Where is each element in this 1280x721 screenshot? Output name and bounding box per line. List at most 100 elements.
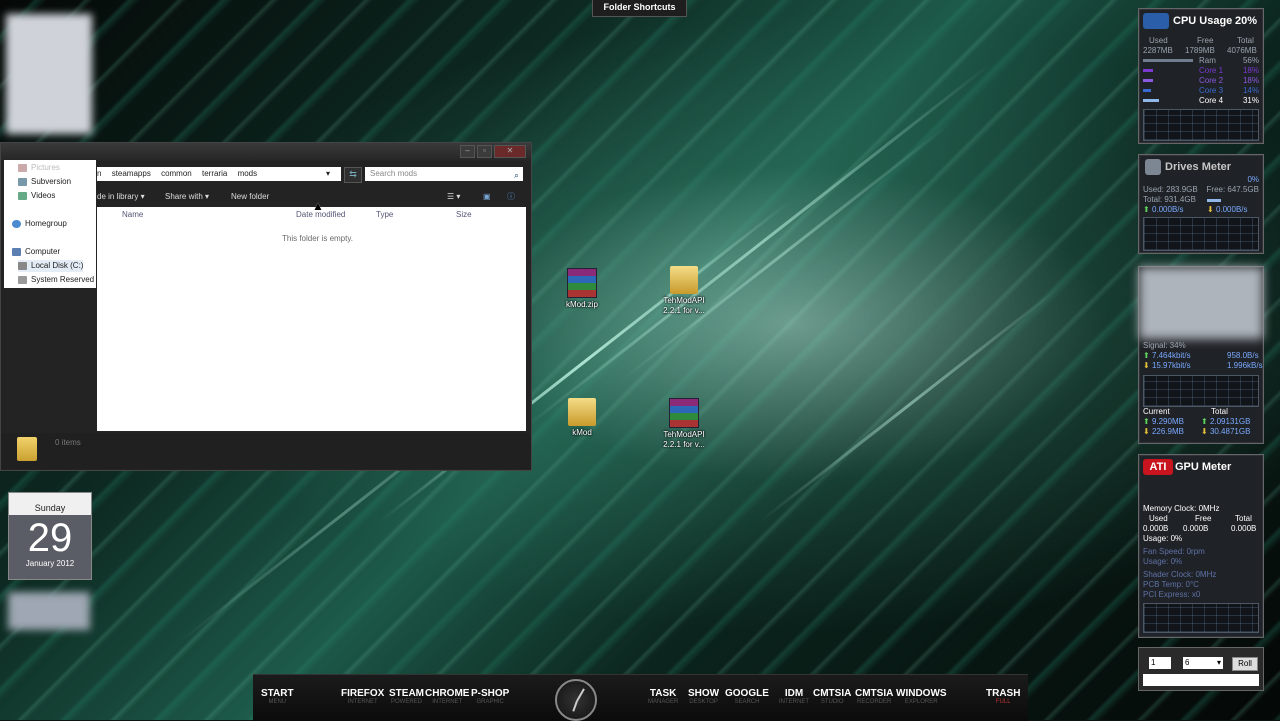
nav-item-local-disk[interactable]: Local Disk (C:) xyxy=(18,260,84,272)
search-placeholder: Search mods xyxy=(370,169,418,178)
desktop-icon-kmod-folder[interactable]: kMod xyxy=(552,398,612,438)
gpu-fan-speed: Fan Speed: 0rpm xyxy=(1143,547,1205,556)
folder-icon xyxy=(568,398,596,426)
gpu-fan-usage: Usage: 0% xyxy=(1143,557,1183,566)
gpu-meter-gadget[interactable]: ATI GPU Meter Memory Clock: 0MHz Used Fr… xyxy=(1138,454,1264,638)
dock-show-desktop[interactable]: SHOW DESKTOP xyxy=(688,688,719,705)
cpu-percent: 20% xyxy=(1235,15,1258,27)
folder-shortcuts-tab[interactable]: Folder Shortcuts xyxy=(592,0,687,17)
dock-bar: START MENU FIREFOX INTERNET STEAM POWERED C… xyxy=(253,674,1028,721)
dock-firefox[interactable]: FIREFOX INTERNET xyxy=(341,688,384,705)
dice-sides-value: 6 xyxy=(1185,658,1190,667)
view-options-icon[interactable]: ☰ ▾ xyxy=(447,188,460,206)
network-total-label: Total xyxy=(1211,407,1228,416)
core4-bar xyxy=(1143,99,1159,103)
gpu-history-graph xyxy=(1143,603,1259,633)
ram-label: Ram xyxy=(1199,56,1216,65)
dock-idm[interactable]: IDM INTERNET xyxy=(779,688,809,705)
breadcrumb-terraria[interactable]: terraria xyxy=(202,169,227,178)
dice-roller-gadget: 1 6 ▾ Roll xyxy=(1138,647,1264,691)
window-titlebar[interactable]: – ▫ ✕ xyxy=(1,143,531,161)
nav-item-computer[interactable]: Computer xyxy=(12,246,60,258)
details-pane: 0 items xyxy=(1,433,531,469)
blurred-header xyxy=(1139,267,1263,339)
nav-item-pictures[interactable]: Pictures xyxy=(18,162,60,174)
dock-google[interactable]: GOOGLE SEARCH xyxy=(725,688,769,705)
core3-bar xyxy=(1143,89,1151,93)
dock-label: FIREFOX xyxy=(341,688,385,699)
core4-percent: 31% xyxy=(1242,96,1259,105)
dock-label: CMTSIA xyxy=(813,688,852,699)
breadcrumb-common[interactable]: common xyxy=(161,169,192,178)
dock-photoshop[interactable]: P-SHOP GRAPHIC xyxy=(471,688,509,705)
computer-icon xyxy=(12,247,21,256)
network-history-graph xyxy=(1143,375,1259,407)
subversion-icon xyxy=(18,177,27,186)
roll-button[interactable]: Roll xyxy=(1232,657,1258,671)
dock-camtasia-recorder[interactable]: CMTSIA RECORDER xyxy=(855,688,893,705)
drives-write-rate: 0.000B/s xyxy=(1215,205,1248,214)
new-folder-button[interactable]: New folder xyxy=(231,188,269,206)
breadcrumb-mods[interactable]: mods xyxy=(238,169,258,178)
minimize-button[interactable]: – xyxy=(460,145,475,158)
nav-item-system-reserved[interactable]: System Reserved xyxy=(18,274,94,286)
nav-item-subversion[interactable]: Subversion xyxy=(18,176,71,188)
drives-meter-gadget[interactable]: Drives Meter 0% Used: 283.9GB Free: 647.5… xyxy=(1138,154,1264,254)
desktop-icon-kmod-zip[interactable]: kMod.zip xyxy=(552,268,612,310)
maximize-button[interactable]: ▫ xyxy=(477,145,492,158)
nav-item-videos[interactable]: Videos xyxy=(18,190,55,202)
help-icon[interactable]: ⓘ xyxy=(507,188,515,206)
cpu-header-free: Free xyxy=(1197,36,1214,45)
drives-title: Drives Meter xyxy=(1165,161,1232,173)
close-button[interactable]: ✕ xyxy=(494,145,526,158)
column-name[interactable]: Name xyxy=(122,210,143,219)
refresh-icon[interactable]: ⇆ xyxy=(344,167,362,183)
archive-icon xyxy=(669,398,699,428)
file-list[interactable]: Name Date modified Type Size This folder… xyxy=(97,207,526,431)
desktop-icon-tehmodapi-folder[interactable]: TehModAPI 2.2.1 for v... xyxy=(654,266,714,316)
dock-steam[interactable]: STEAM POWERED xyxy=(389,688,424,705)
gpu-pcb-temp: PCB Temp: 0°C xyxy=(1143,580,1199,589)
share-with-button[interactable]: Share with ▾ xyxy=(165,188,209,206)
address-dropdown-icon[interactable]: ▾ xyxy=(326,167,330,181)
breadcrumb-steamapps[interactable]: steamapps xyxy=(112,169,151,178)
dice-count-input[interactable]: 1 xyxy=(1149,657,1171,669)
address-bar[interactable]: n steamapps common terraria mods ▾ xyxy=(97,167,341,181)
gpu-memory-usage: Usage: 0% xyxy=(1143,534,1183,543)
desktop-icon-label: TehModAPI 2.2.1 for v... xyxy=(663,430,705,449)
search-icon[interactable]: ⌕ xyxy=(514,168,519,182)
core1-percent: 18% xyxy=(1242,66,1259,75)
calendar-gadget[interactable]: Sunday 29 January 2012 xyxy=(8,492,92,580)
include-in-library-button[interactable]: de in library ▾ xyxy=(97,188,145,206)
dock-trash[interactable]: TRASH FULL xyxy=(986,688,1020,705)
cpu-title: CPU Usage xyxy=(1173,15,1233,27)
cpu-usage-gadget[interactable]: CPU Usage 20% Used Free Total 2287MB 178… xyxy=(1138,8,1264,144)
core3-label: Core 3 xyxy=(1199,86,1224,95)
download-arrow-icon: ⬇ xyxy=(1143,361,1150,370)
nav-item-homegroup[interactable]: Homegroup xyxy=(12,218,67,230)
dock-start[interactable]: START MENU xyxy=(261,688,294,705)
dock-windows-explorer[interactable]: WINDOWS EXPLORER xyxy=(896,688,947,705)
ram-bar xyxy=(1143,59,1193,63)
dock-chrome[interactable]: CHROME INTERNET xyxy=(425,688,469,705)
column-type[interactable]: Type xyxy=(376,210,393,219)
dock-sublabel: FULL xyxy=(995,699,1011,705)
drives-used: Used: 283.9GB xyxy=(1143,185,1198,194)
column-size[interactable]: Size xyxy=(456,210,472,219)
dock-sublabel: STUDIO xyxy=(820,699,844,705)
search-input[interactable]: Search mods ⌕ xyxy=(365,167,523,181)
dock-task-manager[interactable]: TASK MANAGER xyxy=(648,688,678,705)
desktop-icon-tehmodapi-archive[interactable]: TehModAPI 2.2.1 for v... xyxy=(654,398,714,450)
calendar-month: January 2012 xyxy=(25,559,75,568)
dock-camtasia-studio[interactable]: CMTSIA STUDIO xyxy=(813,688,851,705)
dock-label: TASK xyxy=(649,688,677,699)
desktop-icon-label: TehModAPI 2.2.1 for v... xyxy=(663,296,705,315)
drives-usage-bar xyxy=(1207,199,1221,202)
folder-icon xyxy=(670,266,698,294)
breadcrumb-part[interactable]: n xyxy=(97,169,101,178)
clock-icon[interactable] xyxy=(555,679,597,721)
download-arrow-icon: ⬇ xyxy=(1201,427,1208,436)
dice-sides-select[interactable]: 6 ▾ xyxy=(1183,657,1223,669)
network-meter-gadget[interactable]: Signal: 34% ⬆ 7.464kbit/s 958.0B/s ⬇ 15.9… xyxy=(1138,266,1264,444)
preview-pane-icon[interactable]: ▣ xyxy=(483,188,491,206)
